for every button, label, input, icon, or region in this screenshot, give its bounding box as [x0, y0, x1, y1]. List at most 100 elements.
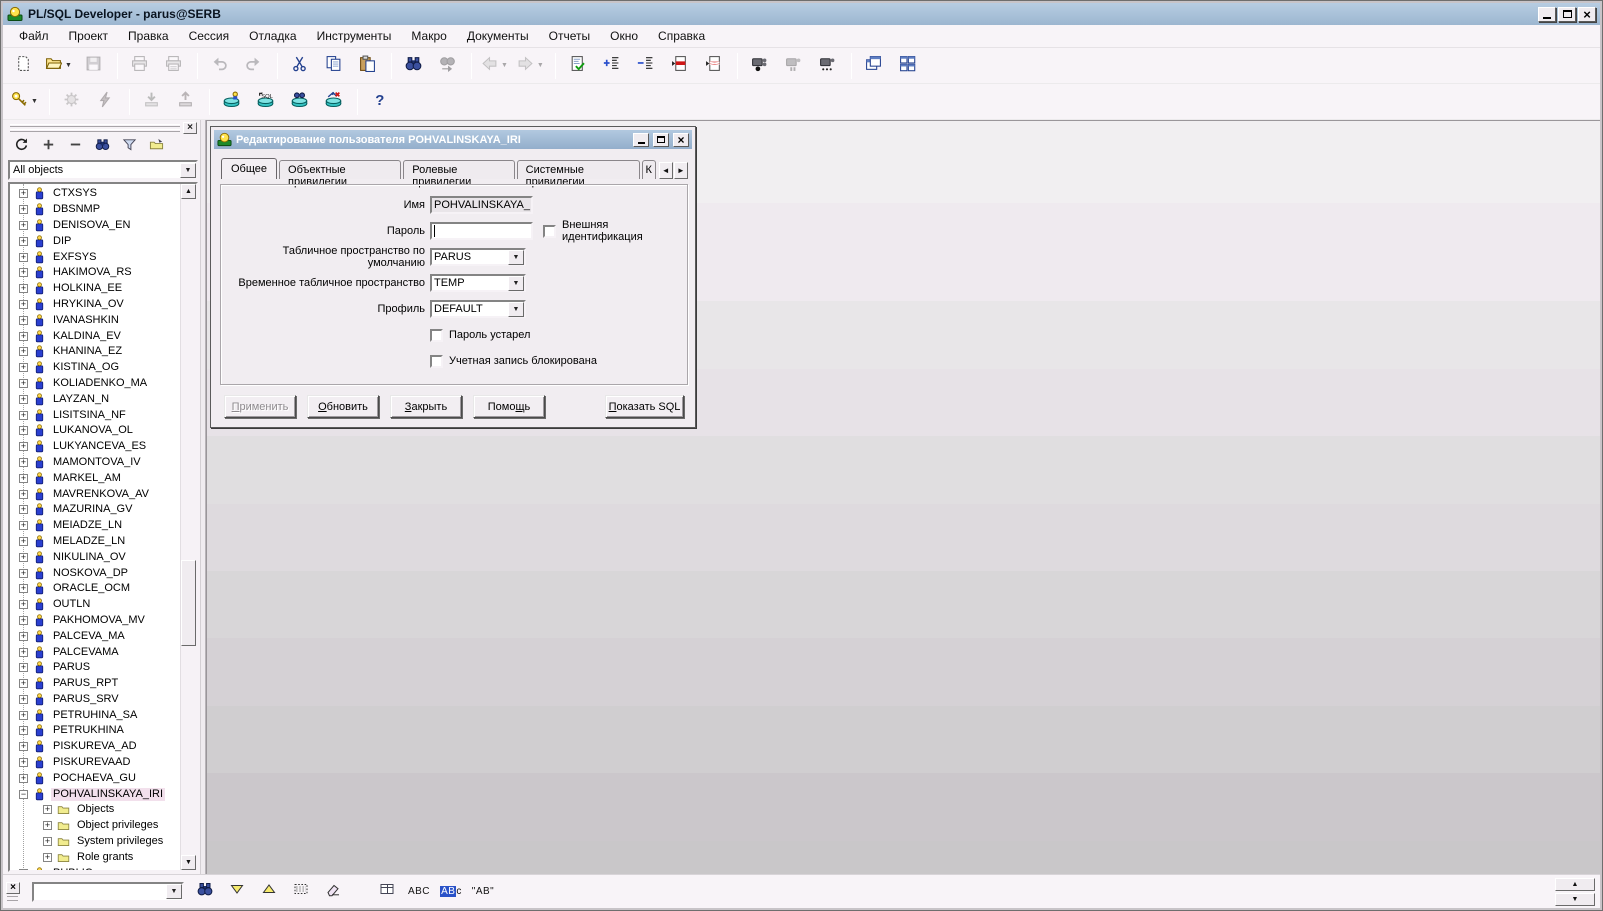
tree-item-user-label[interactable]: NIKULINA_OV	[51, 551, 128, 564]
collapse-all-button[interactable]	[66, 138, 84, 156]
expand-box[interactable]: +	[19, 268, 28, 277]
expand-box[interactable]: +	[19, 442, 28, 451]
toggle-breakpoint-button[interactable]	[667, 54, 692, 78]
folder-options-button[interactable]	[147, 138, 165, 156]
tree-item-user-label[interactable]: ORACLE_OCM	[51, 582, 132, 595]
menu-item-8[interactable]: Отчеты	[539, 27, 600, 46]
dialog-minimize-button[interactable]	[633, 133, 649, 147]
expand-box[interactable]: +	[19, 332, 28, 341]
expand-box[interactable]: +	[19, 695, 28, 704]
expand-box[interactable]: +	[19, 600, 28, 609]
expand-box[interactable]: +	[19, 347, 28, 356]
expand-box[interactable]: +	[19, 474, 28, 483]
paste-button[interactable]	[355, 54, 380, 78]
expand-box[interactable]: +	[19, 253, 28, 262]
expand-box[interactable]: +	[19, 774, 28, 783]
dropdown-arrow-icon[interactable]: ▼	[166, 884, 182, 899]
expand-box[interactable]: +	[19, 521, 28, 530]
menu-item-3[interactable]: Сессия	[179, 27, 240, 46]
match-case-button[interactable]: ABc	[440, 882, 462, 902]
expand-box[interactable]: +	[19, 237, 28, 246]
expand-box[interactable]: +	[19, 426, 28, 435]
tree-item-user-label[interactable]: PETRUKHINA	[51, 724, 126, 737]
password-expired-checkbox[interactable]	[430, 329, 443, 342]
expand-box[interactable]: +	[19, 189, 28, 198]
dialog-tab-0[interactable]: Общее	[221, 158, 277, 179]
expand-box[interactable]: +	[19, 316, 28, 325]
maximize-button[interactable]	[1558, 7, 1576, 22]
tree-item-user-label[interactable]: EXFSYS	[51, 251, 98, 264]
expand-box[interactable]: +	[19, 553, 28, 562]
expand-box[interactable]: +	[19, 379, 28, 388]
cascade-windows-button[interactable]	[861, 54, 886, 78]
close-button[interactable]: Закрыть	[390, 395, 462, 418]
find-button[interactable]	[401, 54, 426, 78]
copy-button[interactable]	[321, 54, 346, 78]
tree-item-user-label[interactable]: LUKYANCEVA_ES	[51, 440, 148, 453]
expand-box[interactable]: +	[19, 758, 28, 767]
help-button[interactable]: ?	[367, 90, 392, 114]
tree-item-user-label[interactable]: NOSKOVA_DP	[51, 567, 130, 580]
name-field[interactable]: POHVALINSKAYA_IRI	[430, 196, 533, 214]
tree-item-user-label[interactable]: KISTINA_OG	[51, 361, 121, 374]
new-document-button[interactable]	[11, 54, 36, 78]
tree-item-user-label[interactable]: DBSNMP	[51, 203, 102, 216]
menu-item-7[interactable]: Документы	[457, 27, 539, 46]
findbar-up-button[interactable]: ▲	[1555, 878, 1595, 891]
open-file-button[interactable]: ▼	[45, 54, 72, 78]
dropdown-arrow-icon[interactable]: ▼	[508, 250, 524, 265]
tree-item-user-label[interactable]: POHVALINSKAYA_IRI	[51, 788, 165, 801]
tree-item-user-label[interactable]: MEIADZE_LN	[51, 519, 124, 532]
default-tablespace-combobox[interactable]: PARUS ▼	[430, 248, 526, 266]
dropdown-arrow-icon[interactable]: ▼	[508, 276, 524, 291]
tree-item-user-label[interactable]: PISKUREVA_AD	[51, 740, 139, 753]
close-button[interactable]: ×	[1578, 7, 1596, 22]
session-rollback-button[interactable]	[321, 90, 346, 114]
dialog-title-bar[interactable]: Редактирование пользователя POHVALINSKAY…	[214, 130, 692, 149]
expand-box[interactable]: +	[19, 284, 28, 293]
selection-button[interactable]	[290, 882, 312, 902]
minimize-button[interactable]	[1538, 7, 1556, 22]
tree-item-folder-label[interactable]: Object privileges	[75, 819, 160, 832]
findbar-close-button[interactable]: ×	[6, 882, 20, 894]
expand-box[interactable]: +	[19, 711, 28, 720]
title-bar[interactable]: PL/SQL Developer - parus@SERB ×	[3, 3, 1600, 25]
show-sql-button[interactable]: Показать SQL	[605, 395, 684, 418]
findbar-grip[interactable]	[7, 896, 18, 901]
expand-box[interactable]: +	[19, 616, 28, 625]
tab-scroll-right-button[interactable]: ►	[674, 162, 688, 179]
tree-item-user-label[interactable]: IVANASHKIN	[51, 314, 121, 327]
eraser-button[interactable]	[322, 882, 344, 902]
find-button[interactable]	[194, 882, 216, 902]
help-button[interactable]: Помощь	[473, 395, 545, 418]
expand-all-button[interactable]	[39, 138, 57, 156]
expand-box[interactable]: +	[19, 363, 28, 372]
tile-windows-button[interactable]	[895, 54, 920, 78]
tree-item-user-label[interactable]: MAMONTOVA_IV	[51, 456, 143, 469]
tree-item-user-label[interactable]: KHANINA_EZ	[51, 345, 124, 358]
dialog-maximize-button[interactable]	[653, 133, 669, 147]
menu-item-0[interactable]: Файл	[9, 27, 59, 46]
expand-box[interactable]: +	[19, 584, 28, 593]
macro-play-button[interactable]	[815, 54, 840, 78]
dropdown-arrow-icon[interactable]: ▼	[508, 302, 524, 317]
expand-box[interactable]: +	[19, 679, 28, 688]
tree-item-user-label[interactable]: PUBLIC	[51, 867, 95, 870]
unindent-button[interactable]	[633, 54, 658, 78]
new-sql-window-button[interactable]: SQL	[253, 90, 278, 114]
tree-item-folder-label[interactable]: System privileges	[75, 835, 165, 848]
menu-item-9[interactable]: Окно	[600, 27, 648, 46]
tree-item-user-label[interactable]: PALCEVAMA	[51, 646, 121, 659]
scroll-up-button[interactable]: ▲	[181, 184, 196, 199]
expand-box[interactable]: +	[19, 537, 28, 546]
temp-tablespace-combobox[interactable]: TEMP ▼	[430, 274, 526, 292]
password-field[interactable]	[430, 222, 533, 240]
refresh-button[interactable]	[12, 138, 30, 156]
tree-item-user-label[interactable]: KOLIADENKO_MA	[51, 377, 149, 390]
filter-list-button[interactable]	[120, 138, 138, 156]
scroll-down-button[interactable]: ▼	[181, 855, 196, 870]
object-filter-combobox[interactable]: All objects ▼	[8, 160, 198, 180]
profile-combobox[interactable]: DEFAULT ▼	[430, 300, 526, 318]
find-combobox[interactable]: ▼	[32, 882, 184, 902]
tree-item-user-label[interactable]: DIP	[51, 235, 73, 248]
